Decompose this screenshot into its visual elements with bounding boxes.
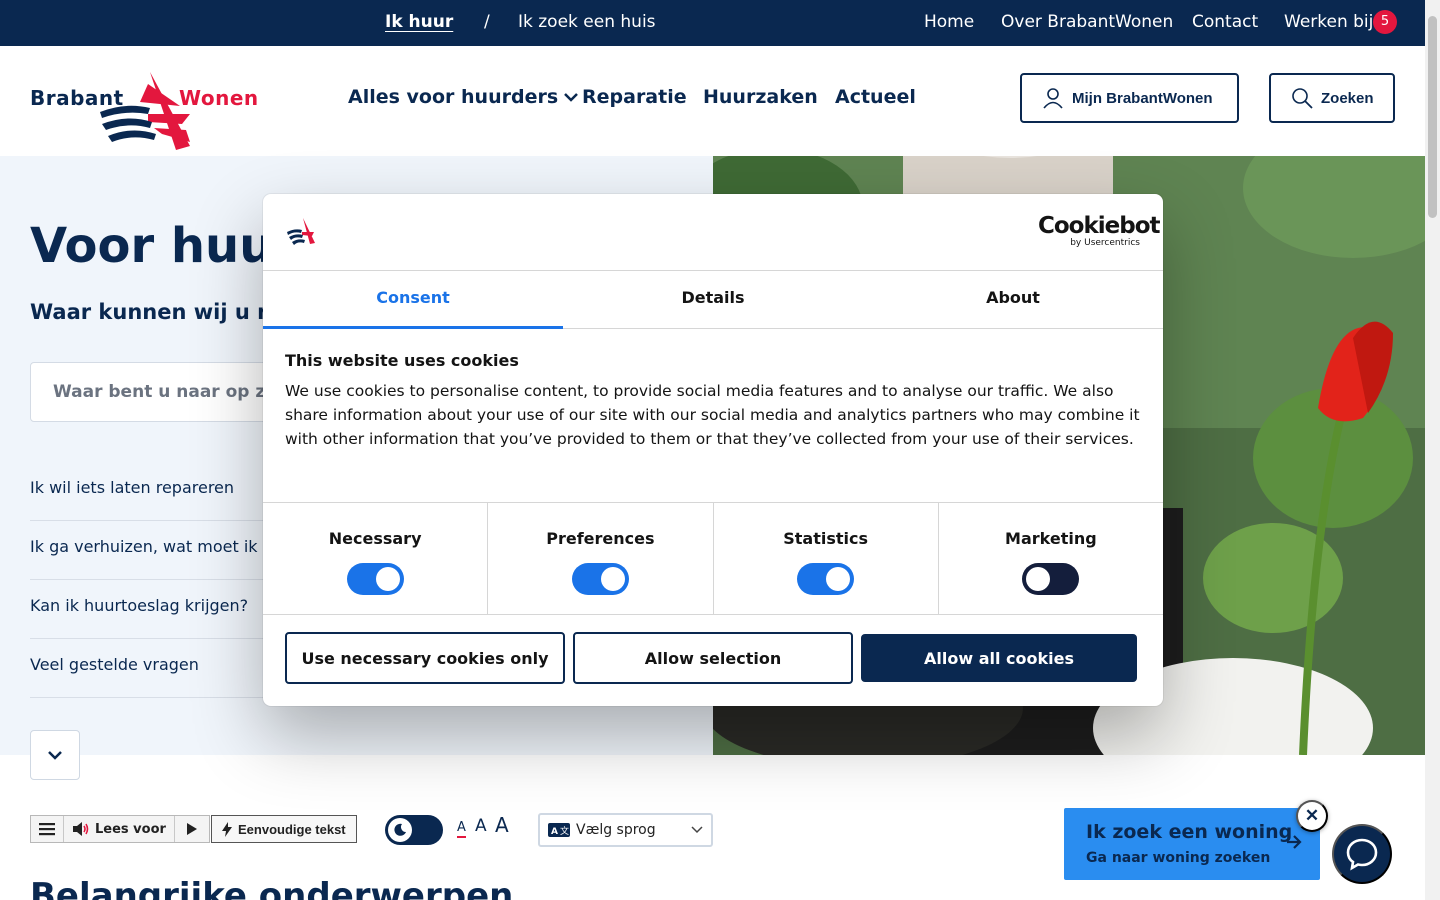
cookie-heading: This website uses cookies <box>285 351 519 370</box>
font-size-medium[interactable]: A <box>475 816 487 836</box>
top-bar: Ik huur / Ik zoek een huis Home Over Bra… <box>0 0 1425 46</box>
cta-subtitle: Ga naar woning zoeken <box>1086 850 1271 866</box>
topnav-werken-bij[interactable]: Werken bij <box>1284 12 1373 32</box>
cookie-dialog-header: Cookiebot by Usercentrics <box>263 194 1163 271</box>
topnav-contact[interactable]: Contact <box>1192 12 1258 32</box>
tab-details[interactable]: Details <box>563 271 863 328</box>
menu-icon <box>39 823 55 836</box>
toggle-knob <box>600 567 625 591</box>
speaker-icon <box>73 822 89 836</box>
cookiebot-brand-sub: by Usercentrics <box>1070 238 1140 248</box>
brabantwonen-mini-logo <box>287 218 315 245</box>
category-marketing: Marketing <box>939 503 1163 614</box>
arrow-right-icon <box>1287 835 1302 849</box>
scrollbar-thumb[interactable] <box>1428 16 1437 218</box>
category-label-necessary: Necessary <box>328 529 422 548</box>
section-title-belangrijke-onderwerpen: Belangrijke onderwerpen <box>30 876 514 900</box>
segment-separator: / <box>484 12 490 32</box>
tab-consent[interactable]: Consent <box>263 271 563 329</box>
cookie-description: We use cookies to personalise content, t… <box>285 382 1140 448</box>
use-necessary-cookies-only-button[interactable]: Use necessary cookies only <box>285 632 565 684</box>
lees-voor-label: Lees voor <box>95 821 166 837</box>
cookie-category-toggles: Necessary Preferences Statistics Marketi… <box>263 502 1163 615</box>
category-statistics: Statistics <box>714 503 939 614</box>
chevron-down-icon <box>48 751 62 760</box>
category-label-statistics: Statistics <box>783 529 868 548</box>
toggle-knob <box>826 567 851 591</box>
category-label-preferences: Preferences <box>546 529 655 548</box>
font-size-large[interactable]: A <box>495 813 509 837</box>
eenvoudige-tekst-button[interactable]: Eenvoudige tekst <box>211 815 357 843</box>
cookiebot-brand-name: Cookiebot <box>1038 213 1161 239</box>
toggle-statistics[interactable] <box>797 563 855 595</box>
svg-text:A: A <box>551 827 558 837</box>
segment-ik-huur[interactable]: Ik huur <box>385 12 453 32</box>
scroll-down-button[interactable] <box>30 730 80 780</box>
zoeken-label: Zoeken <box>1321 89 1374 107</box>
cookie-dialog-body: This website uses cookies We use cookies… <box>263 329 1163 502</box>
segment-ik-zoek-een-huis[interactable]: Ik zoek een huis <box>518 12 656 32</box>
lightning-icon <box>222 821 232 837</box>
toggle-preferences[interactable] <box>571 563 629 595</box>
category-necessary: Necessary <box>263 503 489 614</box>
cta-title: Ik zoek een woning <box>1086 821 1293 843</box>
ik-zoek-een-woning-cta[interactable]: Ik zoek een woning Ga naar woning zoeken <box>1064 808 1320 880</box>
cookie-dialog-tabs: Consent Details About <box>263 271 1163 329</box>
svg-text:文: 文 <box>560 825 569 837</box>
readspeaker-bar: Lees voor <box>30 815 210 843</box>
tab-about[interactable]: About <box>863 271 1163 328</box>
nav-reparatie[interactable]: Reparatie <box>582 86 687 108</box>
nav-huurzaken[interactable]: Huurzaken <box>703 86 818 108</box>
user-icon <box>1043 88 1063 109</box>
logo-text-brabant: Brabant <box>30 86 124 110</box>
chevron-down-icon <box>564 93 579 102</box>
nav-label-alles-voor-huurders: Alles voor huurders <box>348 86 559 108</box>
page-scrollbar[interactable] <box>1425 0 1440 900</box>
search-icon <box>1292 88 1313 109</box>
zoeken-button[interactable]: Zoeken <box>1269 73 1395 123</box>
font-size-small[interactable]: A <box>457 820 466 838</box>
cta-close-button[interactable]: ✕ <box>1296 800 1328 832</box>
readspeaker-menu-button[interactable] <box>31 816 64 842</box>
toggle-knob <box>375 567 400 591</box>
nav-actueel[interactable]: Actueel <box>835 86 916 108</box>
cookie-consent-dialog: Cookiebot by Usercentrics Consent Detail… <box>263 194 1163 706</box>
language-select-label: Vælg sprog <box>576 822 656 838</box>
chat-button[interactable] <box>1332 824 1392 884</box>
language-select[interactable]: A文 Vælg sprog <box>538 813 713 847</box>
topnav-home[interactable]: Home <box>924 12 974 32</box>
lees-voor-button[interactable]: Lees voor <box>64 816 175 842</box>
play-icon <box>186 823 197 835</box>
moon-icon <box>394 823 406 836</box>
allow-all-cookies-button[interactable]: Allow all cookies <box>861 634 1137 682</box>
jobs-count-badge: 5 <box>1373 10 1397 34</box>
eenvoudige-tekst-label: Eenvoudige tekst <box>238 821 346 837</box>
allow-selection-button[interactable]: Allow selection <box>573 632 853 684</box>
toggle-necessary[interactable] <box>346 563 404 595</box>
chevron-down-icon <box>691 826 703 834</box>
cookie-dialog-actions: Use necessary cookies only Allow selecti… <box>285 632 1137 684</box>
category-preferences: Preferences <box>488 503 714 614</box>
play-button[interactable] <box>175 816 209 842</box>
topnav-over-brabantwonen[interactable]: Over BrabantWonen <box>1001 12 1173 32</box>
toggle-marketing[interactable] <box>1022 563 1080 595</box>
category-label-marketing: Marketing <box>1005 529 1097 548</box>
cookiebot-brand: Cookiebot by Usercentrics <box>1038 213 1161 249</box>
chat-icon <box>1346 838 1378 871</box>
translate-icon: A文 <box>548 823 570 837</box>
mijn-brabantwonen-label: Mijn BrabantWonen <box>1072 89 1213 107</box>
dark-mode-toggle[interactable] <box>385 815 443 845</box>
dark-mode-knob <box>388 818 412 842</box>
toggle-knob <box>1026 567 1051 591</box>
brabantwonen-logo[interactable] <box>30 72 255 154</box>
logo-text-wonen: Wonen <box>179 86 259 110</box>
nav-alles-voor-huurders[interactable]: Alles voor huurders <box>348 86 579 108</box>
mijn-brabantwonen-button[interactable]: Mijn BrabantWonen <box>1020 73 1239 123</box>
